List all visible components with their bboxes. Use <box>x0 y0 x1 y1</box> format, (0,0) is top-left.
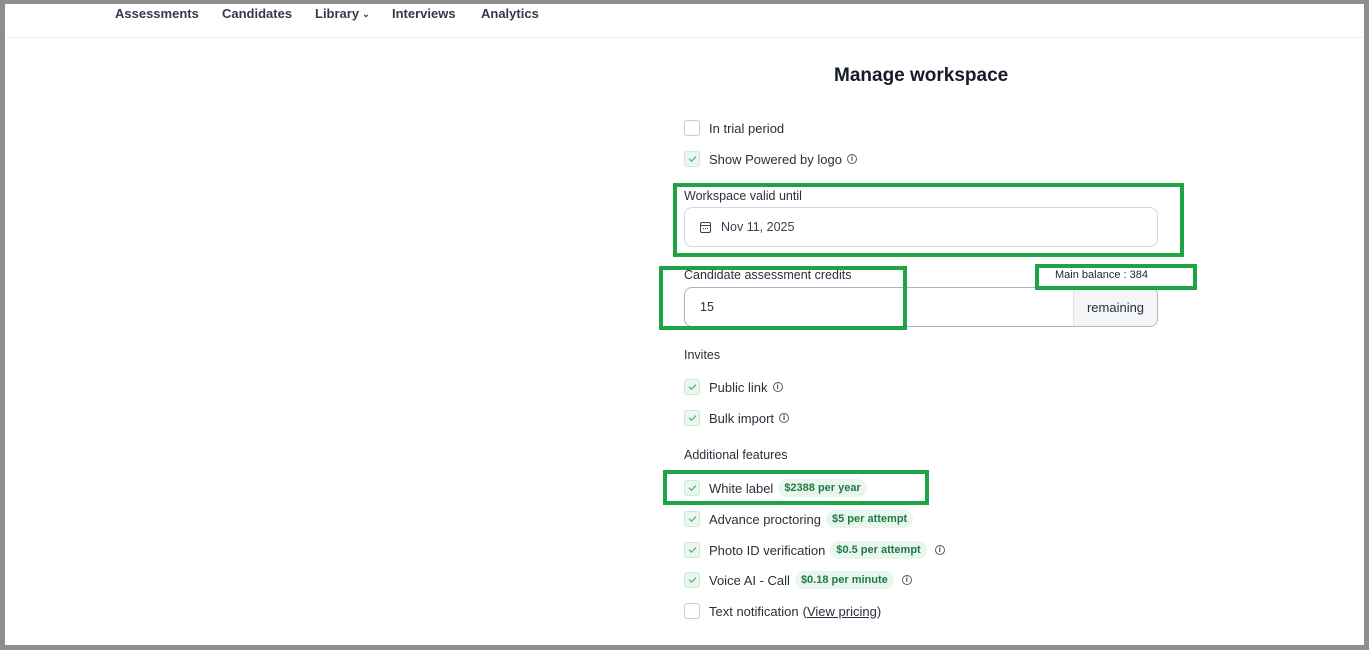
credits-input[interactable] <box>685 288 1073 326</box>
chevron-down-icon: ⌄ <box>362 9 370 19</box>
text-notification-label: Text notification <box>709 603 799 619</box>
white-label-label: White label <box>709 480 774 496</box>
info-icon[interactable]: i <box>901 575 912 585</box>
powered-by-label: Show Powered by logo <box>709 151 842 167</box>
voice-ai-label: Voice AI - Call <box>709 572 790 588</box>
photo-id-label: Photo ID verification <box>709 542 826 558</box>
workspace-valid-date-field[interactable]: Nov 11, 2025 <box>684 207 1158 247</box>
powered-by-row: Show Powered by logo i <box>684 150 857 168</box>
view-pricing-link[interactable]: View pricing <box>807 604 877 619</box>
price-badge: $5 per attempt <box>826 510 914 528</box>
white-label-row: White label $2388 per year <box>684 479 867 497</box>
nav-interviews[interactable]: Interviews <box>392 6 456 21</box>
bulk-import-checkbox[interactable] <box>684 410 700 426</box>
page-title: Manage workspace <box>834 65 1009 86</box>
info-icon[interactable]: i <box>772 382 783 392</box>
info-icon[interactable]: i <box>846 154 857 164</box>
public-link-label: Public link <box>709 379 768 395</box>
advance-proctoring-row: Advance proctoring $5 per attempt <box>684 510 914 528</box>
calendar-icon <box>700 221 711 233</box>
workspace-valid-label: Workspace valid until <box>684 189 802 203</box>
advance-proctoring-label: Advance proctoring <box>709 511 822 527</box>
bulk-import-label: Bulk import <box>709 410 775 426</box>
powered-by-checkbox[interactable] <box>684 151 700 167</box>
price-badge: $0.18 per minute <box>794 571 894 589</box>
additional-features-heading: Additional features <box>684 448 788 462</box>
trial-period-checkbox[interactable] <box>684 120 700 136</box>
public-link-checkbox[interactable] <box>684 379 700 395</box>
info-icon[interactable]: i <box>934 545 945 555</box>
price-badge: $2388 per year <box>778 479 867 497</box>
paren-close: ) <box>876 603 882 619</box>
info-icon[interactable]: i <box>779 413 790 423</box>
nav-assessments[interactable]: Assessments <box>115 6 199 21</box>
credits-label: Candidate assessment credits <box>684 268 852 282</box>
public-link-row: Public link i <box>684 378 783 396</box>
photo-id-checkbox[interactable] <box>684 542 700 558</box>
nav-library[interactable]: Library ⌄ <box>315 6 370 21</box>
nav-candidates[interactable]: Candidates <box>222 6 292 21</box>
invites-heading: Invites <box>684 348 721 362</box>
workspace-valid-date-value: Nov 11, 2025 <box>721 220 795 234</box>
text-notification-row: Text notification (View pricing) <box>684 602 881 620</box>
trial-period-row: In trial period <box>684 119 784 137</box>
advance-proctoring-checkbox[interactable] <box>684 511 700 527</box>
bulk-import-row: Bulk import i <box>684 409 790 427</box>
voice-ai-row: Voice AI - Call $0.18 per minute i <box>684 571 912 589</box>
credits-input-group: remaining <box>684 287 1158 327</box>
photo-id-row: Photo ID verification $0.5 per attempt i <box>684 541 945 559</box>
top-nav: Assessments Candidates Library ⌄ Intervie… <box>5 4 1364 38</box>
main-balance: Main balance : 384 <box>1055 269 1148 281</box>
voice-ai-checkbox[interactable] <box>684 572 700 588</box>
text-notification-checkbox[interactable] <box>684 603 700 619</box>
nav-library-label: Library <box>315 6 360 21</box>
trial-period-label: In trial period <box>709 120 785 136</box>
price-badge: $0.5 per attempt <box>830 541 927 559</box>
credits-remaining-addon: remaining <box>1073 288 1157 326</box>
nav-analytics[interactable]: Analytics <box>481 6 539 21</box>
white-label-checkbox[interactable] <box>684 480 700 496</box>
